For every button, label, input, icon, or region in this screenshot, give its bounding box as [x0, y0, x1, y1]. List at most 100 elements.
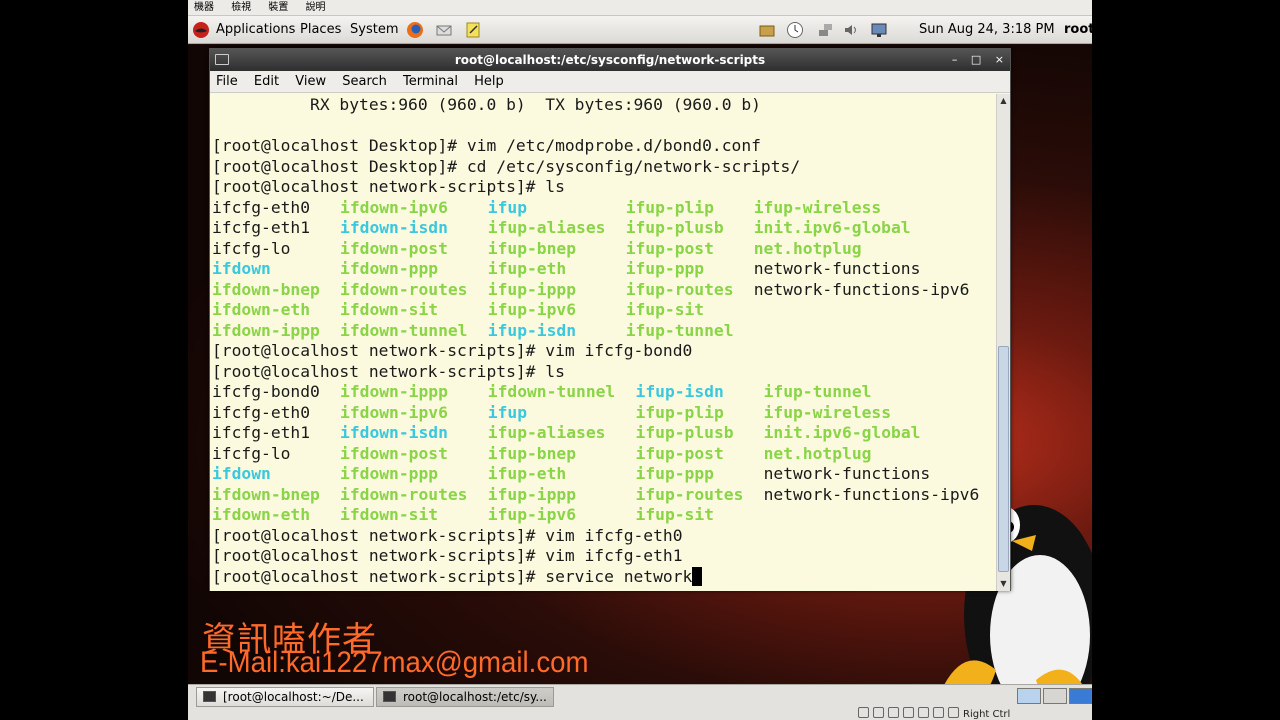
- executable-entry: ifup-plusb: [625, 218, 724, 237]
- executable-entry: ifup-post: [635, 443, 724, 463]
- terminal-text: [root@localhost network-scripts]# ls: [212, 177, 565, 196]
- terminal-line: [root@localhost network-scripts]# ls: [212, 362, 996, 383]
- redhat-logo-icon[interactable]: [192, 21, 210, 39]
- taskbar-item-label: [root@localhost:~/De...: [223, 690, 364, 704]
- symlink-entry: ifdown: [212, 464, 271, 483]
- terminal-line: [root@localhost network-scripts]# ls: [212, 177, 996, 198]
- executable-entry: ifdown-sit: [340, 300, 439, 319]
- notes-icon[interactable]: [464, 21, 482, 39]
- terminal-text: ifcfg-lo: [212, 238, 291, 258]
- terminal-scrollbar[interactable]: ▲ ▼: [996, 94, 1010, 591]
- taskbar-item-terminal-desktop[interactable]: [root@localhost:~/De...: [196, 687, 374, 707]
- taskbar-item-label: root@localhost:/etc/sy...: [403, 690, 547, 704]
- close-button[interactable]: ×: [995, 53, 1004, 66]
- clock-applet-icon[interactable]: [786, 21, 804, 39]
- symlink-entry: ifup: [487, 402, 528, 422]
- terminal-window[interactable]: root@localhost:/etc/sysconfig/network-sc…: [209, 48, 1011, 591]
- terminal-text: ifcfg-lo: [212, 443, 291, 463]
- terminal-icon: [203, 691, 216, 702]
- executable-entry: ifup-sit: [625, 300, 705, 319]
- system-menu[interactable]: System: [350, 21, 398, 39]
- network-icon[interactable]: [816, 21, 834, 39]
- executable-entry: ifdown-sit: [340, 505, 439, 524]
- top-panel: Applications Places System Sun Aug 24, 3…: [188, 16, 1092, 44]
- executable-entry: ifup-wireless: [763, 402, 892, 422]
- mail-icon[interactable]: [435, 21, 453, 39]
- vm-menubar: 機器 檢視 裝置 說明: [188, 0, 1092, 16]
- symlink-entry: ifup: [487, 197, 528, 217]
- executable-entry: ifdown-ippp: [212, 320, 320, 340]
- executable-entry: ifup-aliases: [487, 423, 606, 442]
- bottom-taskbar: [root@localhost:~/De... root@localhost:/…: [188, 684, 1092, 720]
- places-menu[interactable]: Places: [300, 21, 341, 39]
- window-titlebar[interactable]: root@localhost:/etc/sysconfig/network-sc…: [210, 49, 1010, 71]
- terminal-line: [root@localhost network-scripts]# vim if…: [212, 341, 996, 362]
- applications-menu[interactable]: Applications: [216, 21, 295, 39]
- vm-menu-view[interactable]: 檢視: [231, 2, 251, 13]
- terminal-line: ifdown-eth ifdown-sit ifup-ipv6 ifup-sit: [212, 300, 996, 321]
- shared-folder-icon: [903, 707, 914, 718]
- terminal-text: network-functions: [763, 464, 931, 483]
- email-watermark: E-Mail:kai1227max@gmail.com: [200, 646, 589, 679]
- terminal-icon: [383, 691, 396, 702]
- terminal-icon: [215, 54, 229, 65]
- terminal-text: [root@localhost network-scripts]# vim if…: [212, 525, 683, 545]
- minimize-button[interactable]: –: [952, 53, 958, 66]
- terminal-line: ifdown ifdown-ppp ifup-eth ifup-ppp network-…: [212, 259, 996, 280]
- terminal-text: ifcfg-eth0: [212, 197, 311, 217]
- panel-user[interactable]: root: [1064, 21, 1092, 39]
- menu-search[interactable]: Search: [342, 74, 387, 89]
- update-icon[interactable]: [758, 21, 776, 39]
- symlink-entry: ifup-isdn: [487, 320, 577, 340]
- firefox-icon[interactable]: [406, 21, 424, 39]
- executable-entry: net.hotplug: [753, 238, 862, 258]
- maximize-button[interactable]: □: [971, 53, 981, 66]
- terminal-text: ifcfg-eth1: [212, 218, 311, 237]
- workspace-3[interactable]: [1069, 688, 1092, 704]
- taskbar-item-terminal-network-scripts[interactable]: root@localhost:/etc/sy...: [376, 687, 554, 707]
- terminal-output[interactable]: RX bytes:960 (960.0 b) TX bytes:960 (960…: [210, 94, 996, 591]
- workspace-2[interactable]: [1043, 688, 1067, 704]
- terminal-text: RX bytes:960 (960.0 b) TX bytes:960 (960…: [212, 95, 761, 114]
- terminal-line: ifdown ifdown-ppp ifup-eth ifup-ppp network-…: [212, 464, 996, 485]
- text-cursor: [692, 566, 703, 586]
- scroll-up-arrow-icon[interactable]: ▲: [998, 95, 1009, 107]
- menu-help[interactable]: Help: [474, 74, 504, 89]
- host-key-label: Right Ctrl: [963, 709, 1011, 720]
- menu-terminal[interactable]: Terminal: [403, 74, 458, 89]
- executable-entry: ifdown-tunnel: [340, 320, 468, 340]
- executable-entry: ifdown-bnep: [212, 279, 320, 299]
- vm-menu-machine[interactable]: 機器: [194, 2, 214, 13]
- executable-entry: ifdown-ppp: [340, 464, 439, 483]
- menu-edit[interactable]: Edit: [254, 74, 279, 89]
- workspace-1[interactable]: [1017, 688, 1041, 704]
- panel-clock[interactable]: Sun Aug 24, 3:18 PM: [919, 21, 1055, 39]
- terminal-line: ifdown-bnep ifdown-routes ifup-ippp ifup-ro…: [212, 485, 996, 506]
- terminal-text: [root@localhost network-scripts]# servic…: [212, 566, 693, 586]
- display-icon[interactable]: [870, 21, 888, 39]
- vm-menu-devices[interactable]: 裝置: [268, 2, 288, 13]
- scrollbar-thumb[interactable]: [998, 346, 1009, 572]
- terminal-text: [root@localhost Desktop]# vim /etc/modpr…: [212, 136, 761, 155]
- vm-menu-help[interactable]: 說明: [306, 2, 326, 13]
- terminal-line: [root@localhost network-scripts]# vim if…: [212, 526, 996, 547]
- symlink-entry: ifup-isdn: [635, 382, 724, 401]
- executable-entry: ifdown-eth: [212, 505, 311, 524]
- terminal-line: [root@localhost network-scripts]# servic…: [212, 566, 996, 588]
- executable-entry: ifup-plip: [625, 197, 714, 217]
- menu-view[interactable]: View: [295, 74, 326, 89]
- executable-entry: ifup-routes: [625, 279, 734, 299]
- executable-entry: ifdown-post: [340, 238, 448, 258]
- executable-entry: ifdown-eth: [212, 300, 311, 319]
- volume-icon[interactable]: [842, 21, 860, 39]
- executable-entry: ifup-ipv6: [487, 505, 577, 524]
- scroll-down-arrow-icon[interactable]: ▼: [998, 578, 1009, 590]
- terminal-line: ifcfg-eth1 ifdown-isdn ifup-aliases ifup-pl…: [212, 423, 996, 444]
- terminal-line: ifcfg-lo ifdown-post ifup-bnep ifup-post net…: [212, 239, 996, 260]
- executable-entry: ifup-ipv6: [487, 300, 577, 319]
- executable-entry: ifup-ippp: [487, 279, 577, 299]
- executable-entry: ifdown-ipv6: [340, 197, 448, 217]
- menu-file[interactable]: File: [216, 74, 238, 89]
- executable-entry: ifup-eth: [487, 464, 567, 483]
- executable-entry: init.ipv6-global: [753, 218, 911, 237]
